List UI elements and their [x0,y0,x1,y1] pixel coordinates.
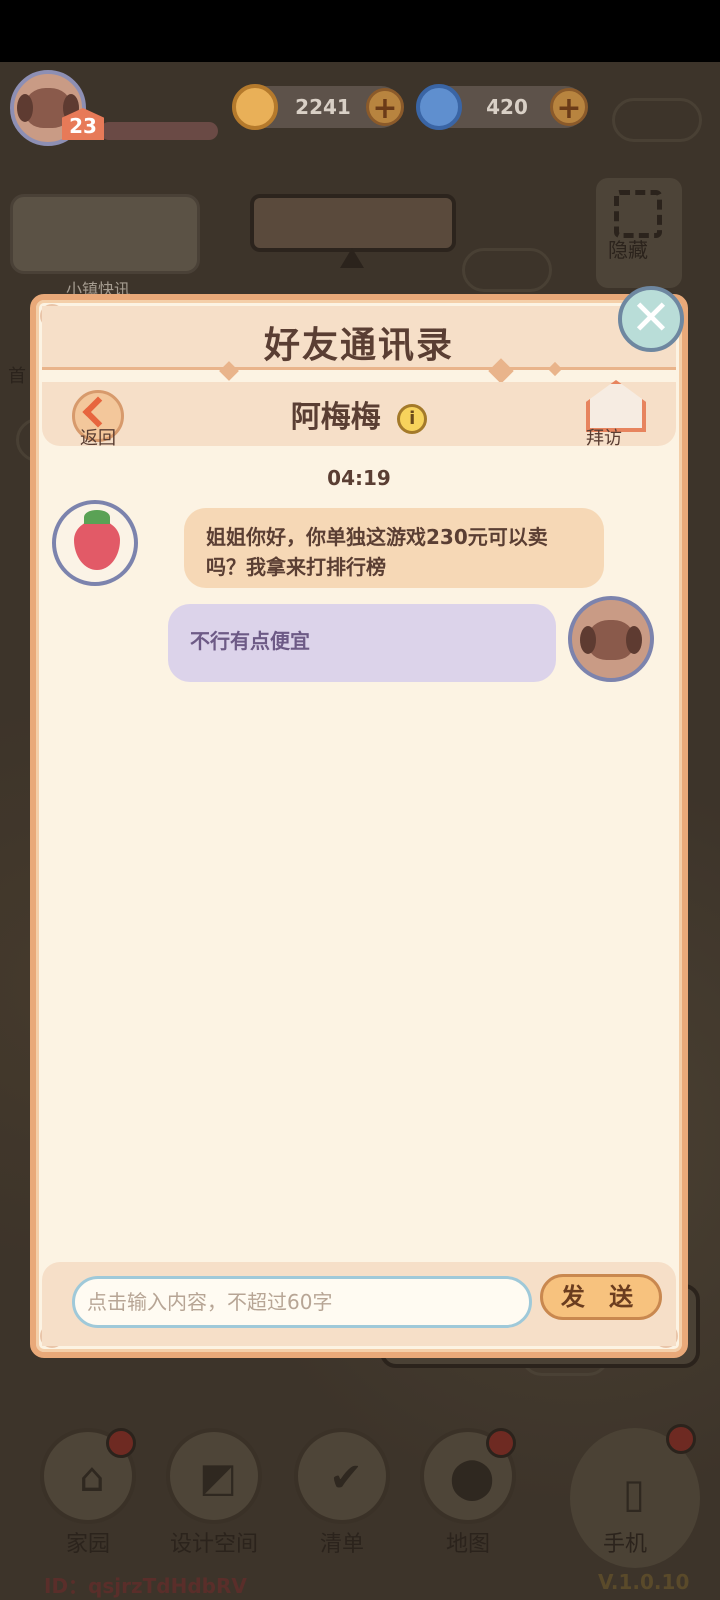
side-menu-label: 首 [8,366,26,387]
contact-header: 阿梅梅 i [42,382,676,446]
friend-contacts-modal: 好友通讯录 阿梅梅 i 返回 拜访 04:19 姐姐你好，你单独这游戏230元可… [30,294,688,1358]
player-id: ID：qsjrzTdHdbRV [44,1574,247,1598]
close-button[interactable]: ✕ [618,286,684,352]
gem-counter: 420 + [416,84,588,130]
contact-name: 阿梅梅 [290,400,381,435]
my-avatar[interactable] [568,596,654,682]
nav-map-button[interactable]: ⬤ [420,1428,516,1524]
chevron-left-icon [82,396,114,428]
modal-header: 好友通讯录 [42,306,676,370]
cloud-decoration [462,248,552,292]
hide-label: 隐藏 [608,238,648,262]
nav-home-button[interactable]: ⌂ [40,1428,136,1524]
nav-design-button[interactable]: ◩ [166,1428,262,1524]
status-bar [0,0,720,62]
nav-design-label: 设计空间 [169,1532,258,1557]
info-icon[interactable]: i [397,403,428,434]
nav-phone-label: 手机 [602,1532,647,1557]
swirl-gem-icon [416,84,462,130]
nav-checklist-label: 清单 [319,1532,364,1557]
input-bar: 发 送 [42,1262,676,1346]
map-pin-icon: ⬤ [449,1455,495,1501]
design-icon: ◩ [199,1455,237,1501]
home-icon: ⌂ [79,1455,105,1501]
event-banner[interactable] [250,194,456,252]
hide-ui-button[interactable]: 隐藏 [596,178,682,288]
nav-map-label: 地图 [445,1532,490,1557]
coin-counter: 2241 + [232,84,404,130]
notification-dot [106,1428,136,1458]
add-gems-button[interactable]: + [550,88,588,126]
visit-label: 拜访 [586,428,622,449]
nav-home-label: 家园 [65,1532,110,1557]
checklist-icon: ✔ [329,1455,363,1501]
modal-title: 好友通讯录 [263,325,454,366]
notification-dot [666,1424,696,1454]
cloud-decoration [612,98,702,142]
friend-message-bubble: 姐姐你好，你单独这游戏230元可以卖吗？我拿来打排行榜 [184,508,604,588]
xp-bar [100,122,218,140]
coin-amount: 2241 [295,95,351,119]
phone-icon: ▯ [622,1471,645,1517]
gem-amount: 420 [486,95,528,119]
add-coins-button[interactable]: + [366,88,404,126]
strawberry-icon [74,510,120,570]
contact-name-row: 阿梅梅 i [42,392,676,436]
back-label: 返回 [80,428,116,449]
notification-dot [486,1428,516,1458]
chat-timestamp: 04:19 [327,466,391,490]
dog-avatar-icon [580,620,642,660]
version-label: V.1.0.10 [598,1570,690,1594]
coin-icon [232,84,278,130]
send-button[interactable]: 发 送 [540,1274,662,1320]
my-message-bubble: 不行有点便宜 [168,604,556,682]
friend-avatar[interactable] [52,500,138,586]
message-input[interactable] [72,1276,532,1328]
news-thumbnail[interactable] [10,194,200,274]
nav-checklist-button[interactable]: ✔ [294,1428,390,1524]
close-icon: ✕ [630,290,672,346]
hide-frame-icon [614,190,662,238]
banner-arrow-icon [340,248,364,268]
